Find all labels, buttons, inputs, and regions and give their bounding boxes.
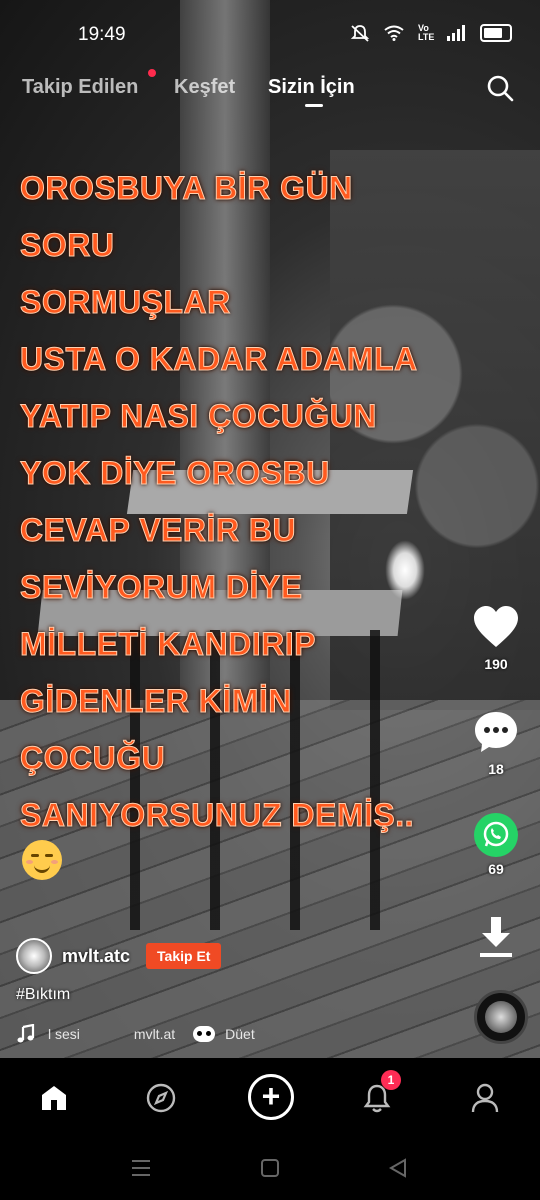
sound-row[interactable]: l sesi mvlt.at Düet	[16, 1022, 255, 1046]
sound-author: mvlt.at	[133, 1026, 176, 1042]
duet-label[interactable]: Düet	[225, 1026, 255, 1042]
music-note-icon	[17, 1024, 35, 1043]
author-avatar[interactable]	[16, 938, 52, 974]
duet-icon	[193, 1026, 216, 1042]
battery-icon	[480, 24, 512, 42]
download-button[interactable]	[466, 915, 526, 964]
hashtag-link[interactable]: #Bıktım	[16, 986, 70, 1004]
sound-title: l sesi	[48, 1026, 80, 1042]
caption-line: SORU	[20, 227, 115, 264]
share-button[interactable]: 69	[466, 813, 526, 877]
compass-icon	[146, 1083, 176, 1113]
signal-icon	[447, 25, 465, 41]
like-button[interactable]: 190	[466, 605, 526, 672]
tab-for-you[interactable]: Sizin İçin	[268, 76, 355, 99]
comment-icon	[475, 712, 517, 752]
nav-home[interactable]	[32, 1076, 76, 1120]
bottom-nav: + 1	[0, 1058, 540, 1138]
nav-profile[interactable]	[463, 1076, 507, 1120]
profile-icon	[471, 1083, 499, 1113]
comment-button[interactable]: 18	[466, 710, 526, 777]
volte-label: Vo LTE	[418, 23, 435, 42]
author-row: mvlt.atc Takip Et	[16, 936, 222, 976]
nav-create[interactable]: +	[246, 1072, 296, 1122]
caption-line: SORMUŞLAR	[20, 284, 231, 321]
wifi-icon	[384, 25, 404, 41]
status-bar: 19:49 Vo LTE	[0, 0, 540, 60]
tab-explore[interactable]: Keşfet	[174, 76, 235, 99]
whatsapp-icon	[474, 813, 518, 857]
caption-line: SEVİYORUM DİYE	[20, 569, 303, 606]
caption-line: ÇOCUĞU	[20, 740, 166, 777]
tab-following[interactable]: Takip Edilen	[22, 76, 138, 99]
back-icon[interactable]	[388, 1158, 408, 1178]
caption-line: YATIP NASI ÇOCUĞUN	[20, 398, 377, 435]
like-count: 190	[484, 656, 508, 672]
share-count: 69	[488, 861, 504, 877]
video-caption-overlay: OROSBUYA BİR GÜN SORU SORMUŞLAR USTA O K…	[20, 160, 490, 844]
nav-inbox[interactable]: 1	[355, 1070, 401, 1120]
active-tab-indicator	[305, 104, 323, 107]
heart-icon	[474, 606, 518, 647]
recent-apps-icon[interactable]	[130, 1158, 152, 1178]
nav-discover[interactable]	[139, 1076, 183, 1120]
follow-button[interactable]: Takip Et	[146, 943, 222, 969]
home-icon	[42, 1086, 66, 1110]
search-icon[interactable]	[486, 74, 514, 102]
status-icons: Vo LTE	[350, 24, 512, 42]
comment-count: 18	[488, 761, 504, 777]
system-nav-bar	[0, 1138, 540, 1200]
home-button-icon[interactable]	[260, 1158, 280, 1178]
caption-line: MİLLETİ KANDIRIP	[20, 626, 316, 663]
caption-line: CEVAP VERİR BU	[20, 512, 297, 549]
new-content-dot	[148, 69, 156, 77]
inbox-badge: 1	[381, 1070, 401, 1090]
caption-line: GİDENLER KİMİN	[20, 683, 292, 720]
author-username[interactable]: mvlt.atc	[62, 946, 130, 967]
mute-icon	[350, 25, 370, 42]
caption-line: USTA O KADAR ADAMLA	[20, 341, 418, 378]
create-icon: +	[248, 1074, 294, 1120]
caption-line: YOK DİYE OROSBU	[20, 455, 330, 492]
download-icon	[480, 917, 512, 957]
smiling-face-icon	[22, 840, 62, 880]
status-time: 19:49	[78, 24, 126, 45]
sound-disc-avatar[interactable]	[474, 990, 528, 1044]
caption-line: OROSBUYA BİR GÜN	[20, 170, 353, 207]
feed-tabs: Takip Edilen Keşfet Sizin İçin	[0, 68, 540, 112]
caption-line: SANIYORSUNUZ DEMİŞ..	[20, 797, 415, 834]
